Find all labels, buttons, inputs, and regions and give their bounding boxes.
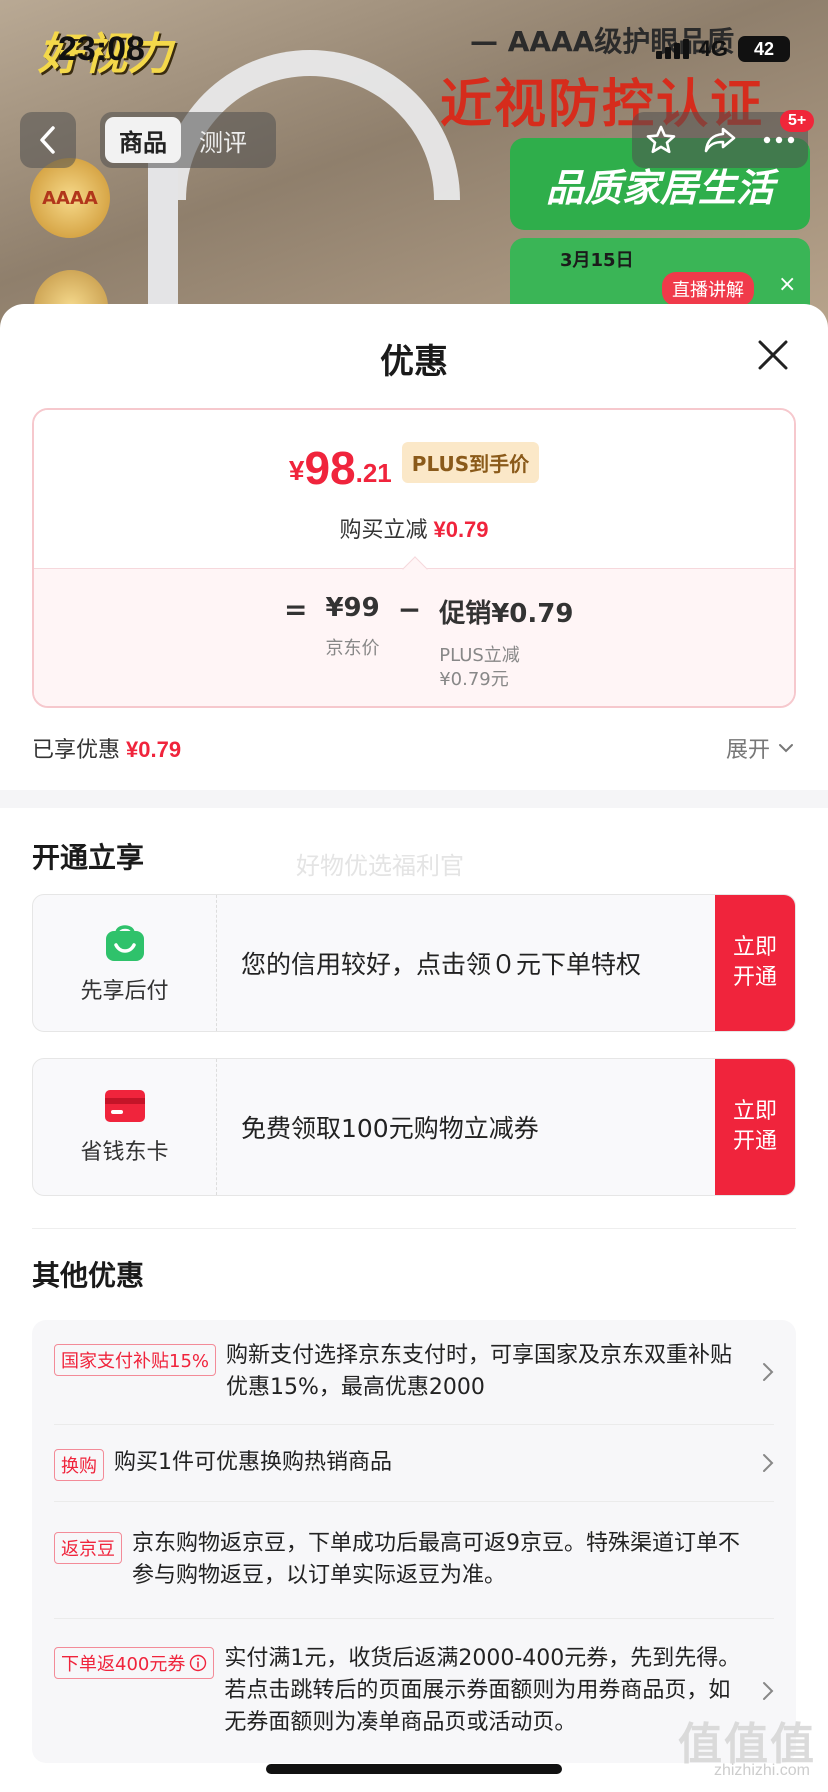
paylater-label: 先享后付 bbox=[80, 979, 169, 1004]
other-discount-list: 国家支付补贴15% 购新支付选择京东支付时，可享国家及京东双重补贴优惠15%，最… bbox=[32, 1320, 796, 1763]
paylater-btn-line1: 立即 bbox=[732, 935, 777, 960]
savecard-open-button[interactable]: 立即 开通 bbox=[715, 1059, 795, 1195]
price-decimal: .21 bbox=[355, 458, 392, 488]
savecard-label: 省钱东卡 bbox=[80, 1140, 169, 1165]
corner-watermark-site: zhizhizhi.com bbox=[713, 1762, 810, 1779]
promo-card-paylater: 先享后付 您的信用较好，点击领０元下单特权 立即开通 bbox=[32, 894, 796, 1032]
chevron-right-icon bbox=[763, 1682, 774, 1700]
promo-sub-value: ¥0.79元 bbox=[439, 669, 509, 690]
battery-icon: 42 bbox=[738, 36, 790, 62]
discount-tag-label: 下单返400元券 bbox=[61, 1654, 186, 1675]
discount-sheet: 优惠 ¥ 98 .21 PLUS到手价 购买立减¥0.79 = ¥99 京东价 bbox=[0, 304, 828, 1792]
expand-button[interactable]: 展开 bbox=[726, 732, 794, 764]
info-icon[interactable] bbox=[189, 1654, 207, 1672]
notification-badge: 5+ bbox=[780, 110, 815, 132]
paylater-desc: 您的信用较好，点击领０元下单特权 bbox=[241, 950, 642, 979]
status-time: 23:08 bbox=[58, 30, 145, 68]
discount-tag: 换购 bbox=[54, 1449, 104, 1481]
chevron-left-icon bbox=[40, 126, 55, 154]
medal-icon: AAAA bbox=[30, 158, 110, 238]
plus-price-tag: PLUS到手价 bbox=[401, 442, 540, 483]
promo-paylater-left: 先享后付 bbox=[33, 895, 217, 1031]
other-section-title: 其他优惠 bbox=[32, 1259, 145, 1292]
chevron-right-icon bbox=[763, 1363, 774, 1381]
list-item[interactable]: 国家支付补贴15% 购新支付选择京东支付时，可享国家及京东双重补贴优惠15%，最… bbox=[54, 1320, 774, 1425]
list-item[interactable]: 换购 购买1件可优惠换购热销商品 bbox=[54, 1425, 774, 1502]
promo-savecard-left: 省钱东卡 bbox=[33, 1059, 217, 1195]
open-section-title: 开通立享 bbox=[32, 841, 145, 874]
chevron-right-icon bbox=[763, 1454, 774, 1472]
savecard-btn-line2: 开通 bbox=[732, 1129, 777, 1154]
discount-tag: 返京豆 bbox=[54, 1532, 122, 1564]
sheet-title: 优惠 bbox=[380, 342, 448, 382]
back-button[interactable] bbox=[20, 112, 76, 168]
section-divider bbox=[0, 790, 828, 808]
card-icon bbox=[104, 1090, 145, 1122]
share-icon[interactable] bbox=[703, 124, 737, 156]
discount-text: 购新支付选择京东支付时，可享国家及京东双重补贴优惠15%，最高优惠2000 bbox=[226, 1343, 733, 1400]
final-price: ¥ 98 .21 bbox=[289, 445, 392, 491]
discount-tag: 下单返400元券 bbox=[54, 1647, 215, 1679]
signal-icon bbox=[655, 39, 689, 59]
price-integer: 98 bbox=[304, 442, 356, 494]
live-label[interactable]: 直播讲解 bbox=[662, 272, 754, 306]
more-icon[interactable] bbox=[763, 135, 795, 145]
price-formula: = ¥99 京东价 − 促销¥0.79 PLUS立减 ¥0.79元 bbox=[34, 568, 794, 706]
promo-value: 促销¥0.79 bbox=[439, 599, 574, 629]
enjoyed-label: 已享优惠 bbox=[32, 738, 121, 763]
list-item[interactable]: 下单返400元券 实付满1元，收货后返满2000-400元券，先到先得。若点击跳… bbox=[54, 1619, 774, 1763]
medal-text: AAAA bbox=[42, 187, 98, 209]
price-breakdown-card: ¥ 98 .21 PLUS到手价 购买立减 ¥0.79 = ¥99 京东价 − 促… bbox=[32, 408, 796, 708]
list-item: 返京豆 京东购物返京豆，下单成功后最高可返9京豆。特殊渠道订单不参与购物返豆，以… bbox=[54, 1502, 774, 1619]
paylater-open-button[interactable]: 立即 开通 bbox=[715, 895, 795, 1031]
price-summary: ¥ 98 .21 PLUS到手价 购买立减 ¥0.79 bbox=[34, 410, 794, 568]
minus-sign: − bbox=[397, 593, 422, 626]
shopping-bag-icon bbox=[105, 925, 144, 961]
promo-sub-label: PLUS立减 bbox=[439, 645, 520, 666]
discount-text: 京东购物返京豆，下单成功后最高可返9京豆。特殊渠道订单不参与购物返豆，以订单实际… bbox=[132, 1531, 740, 1588]
product-tabs: 商品 测评 bbox=[100, 112, 276, 168]
discount-tag: 国家支付补贴15% bbox=[54, 1344, 217, 1376]
expand-label: 展开 bbox=[725, 738, 770, 763]
equals-sign: = bbox=[284, 593, 308, 626]
base-price-col: ¥99 京东价 bbox=[325, 593, 379, 661]
network-type: 4G bbox=[698, 36, 728, 61]
promo-col: 促销¥0.79 PLUS立减 ¥0.79元 bbox=[439, 593, 573, 692]
watermark-text: 好物优选福利官 bbox=[296, 852, 464, 880]
divider bbox=[32, 1228, 796, 1229]
tab-product[interactable]: 商品 bbox=[105, 117, 181, 163]
discount-text: 购买1件可优惠换购热销商品 bbox=[114, 1450, 392, 1475]
enjoyed-discount: 已享优惠 ¥0.79 bbox=[32, 732, 181, 764]
star-icon[interactable] bbox=[645, 124, 677, 156]
battery-level: 42 bbox=[753, 38, 775, 59]
live-close-icon[interactable]: × bbox=[778, 272, 796, 297]
status-indicators: 4G 42 bbox=[655, 36, 790, 62]
close-icon[interactable] bbox=[754, 336, 792, 374]
enjoyed-value: ¥0.79 bbox=[126, 737, 182, 762]
lamp-pole bbox=[148, 150, 178, 330]
reduce-value: ¥0.79 bbox=[433, 517, 489, 542]
savecard-btn-line1: 立即 bbox=[732, 1099, 777, 1124]
reduce-label: 购买立减 bbox=[339, 518, 428, 543]
reduce-row: 购买立减 ¥0.79 bbox=[34, 512, 794, 544]
chevron-down-icon bbox=[779, 744, 793, 753]
base-price-value: ¥99 bbox=[325, 593, 380, 623]
home-indicator[interactable] bbox=[266, 1764, 562, 1774]
savecard-desc: 免费领取100元购物立减券 bbox=[241, 1114, 539, 1143]
promo-card-savecard: 省钱东卡 免费领取100元购物立减券 立即开通 bbox=[32, 1058, 796, 1196]
base-price-label: 京东价 bbox=[325, 638, 380, 659]
paylater-btn-line2: 开通 bbox=[732, 965, 777, 990]
tab-review[interactable]: 测评 bbox=[185, 117, 261, 163]
currency-symbol: ¥ bbox=[288, 455, 305, 486]
